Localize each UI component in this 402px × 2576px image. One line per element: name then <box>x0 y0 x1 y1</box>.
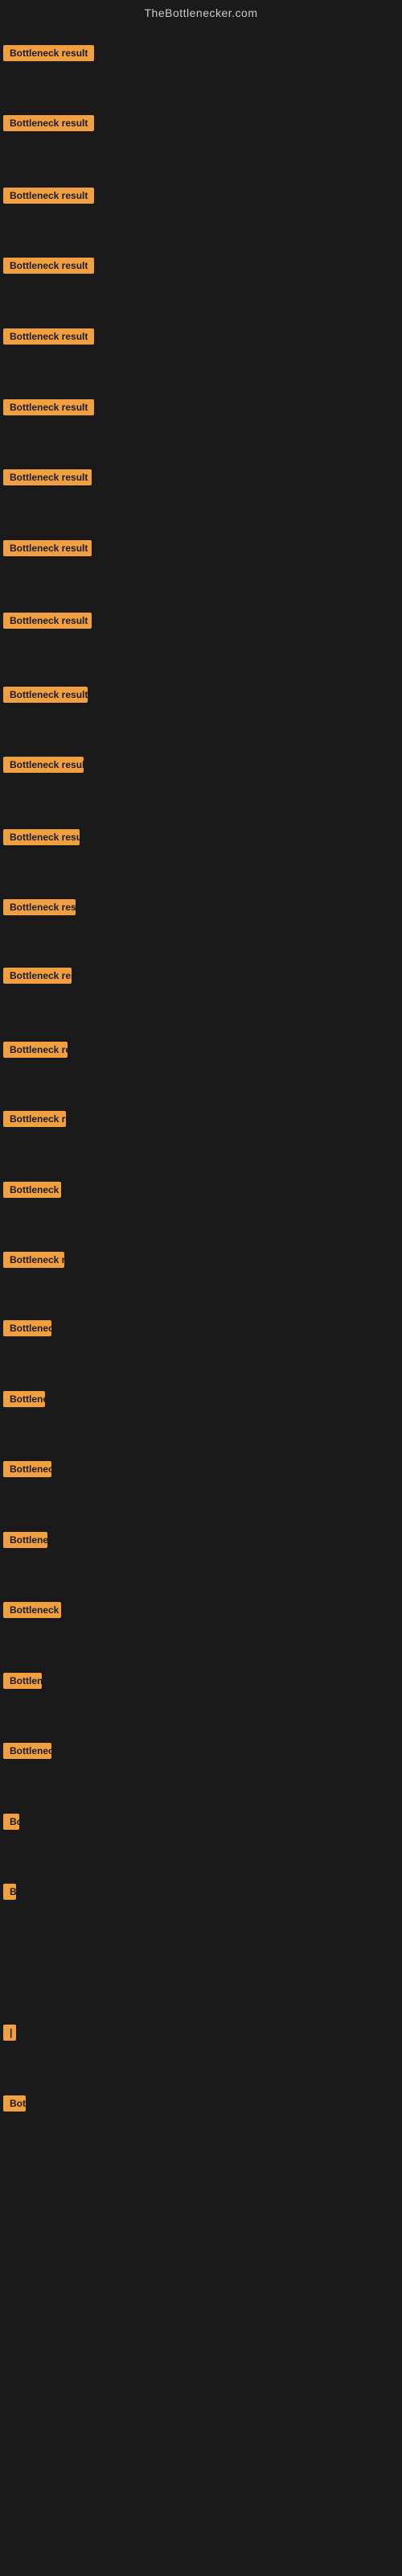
bottleneck-result-label[interactable]: Bottleneck result <box>3 687 88 703</box>
result-row: Bottleneck result <box>3 613 92 633</box>
bottleneck-result-label[interactable]: Bottleneck result <box>3 45 94 61</box>
result-row: B <box>3 1884 16 1904</box>
bottleneck-result-label[interactable]: Bott <box>3 2095 26 2112</box>
bottleneck-result-label[interactable]: Bottlene <box>3 1391 45 1407</box>
result-row: Bottleneck result <box>3 899 76 919</box>
site-header: TheBottlenecker.com <box>0 0 402 23</box>
result-row: Bottleneck result <box>3 469 92 489</box>
bottleneck-result-label[interactable]: Bottleneck result <box>3 1042 68 1058</box>
result-row: Bottleneck result <box>3 829 80 849</box>
bottleneck-result-label[interactable]: Bottleneck result <box>3 757 84 773</box>
bottleneck-result-label[interactable]: B <box>3 1884 16 1900</box>
result-row: Bottleneck result <box>3 399 94 419</box>
result-row: Bottleneck result <box>3 258 94 278</box>
bottleneck-result-label[interactable]: Bottlenec <box>3 1532 47 1548</box>
result-row: Bottleneck result <box>3 1111 66 1131</box>
bottleneck-result-label[interactable]: Bottleneck result <box>3 613 92 629</box>
bottleneck-result-label[interactable]: Bottleneck result <box>3 899 76 915</box>
result-row: Bottleneck result <box>3 45 94 65</box>
bottleneck-result-label[interactable]: Bottleneck result <box>3 115 94 131</box>
bottleneck-result-label[interactable]: Bottleneck <box>3 1461 51 1477</box>
bottleneck-result-label[interactable]: | <box>3 2025 16 2041</box>
result-row: Bottlenec <box>3 1532 47 1552</box>
result-row: Bottlene <box>3 1391 45 1411</box>
result-row: Bottleneck re <box>3 1602 61 1622</box>
result-row: Bottleneck <box>3 1320 51 1340</box>
bottleneck-result-label[interactable]: Bottleneck re <box>3 1182 61 1198</box>
result-row: Bo <box>3 1814 19 1834</box>
bottleneck-result-label[interactable]: Bottleneck result <box>3 399 94 415</box>
bottleneck-result-label[interactable]: Bottleneck <box>3 1320 51 1336</box>
bottleneck-result-label[interactable]: Bottleneck result <box>3 540 92 556</box>
result-row: Bottleneck result <box>3 540 92 560</box>
result-row: Bottleneck result <box>3 687 88 707</box>
result-row: Bottleneck result <box>3 328 94 349</box>
bottleneck-result-label[interactable]: Bottleneck result <box>3 258 94 274</box>
bottleneck-result-label[interactable]: Bottleneck <box>3 1743 51 1759</box>
bottleneck-result-label[interactable]: Bottleneck result <box>3 328 94 345</box>
result-row: Bottleneck result <box>3 115 94 135</box>
bottleneck-result-label[interactable]: Bottleneck result <box>3 1111 66 1127</box>
site-title: TheBottlenecker.com <box>144 6 257 19</box>
result-row: Bottleneck <box>3 1743 51 1763</box>
bottleneck-result-label[interactable]: Bottleneck result <box>3 469 92 485</box>
result-row: Bottlen <box>3 1673 42 1693</box>
bottleneck-result-label[interactable]: Bottleneck result <box>3 188 94 204</box>
bottleneck-result-label[interactable]: Bo <box>3 1814 19 1830</box>
result-row: Bottleneck result <box>3 968 72 988</box>
bottleneck-result-label[interactable]: Bottleneck result <box>3 829 80 845</box>
bottleneck-result-label[interactable]: Bottleneck result <box>3 968 72 984</box>
result-row: Bottleneck result <box>3 757 84 777</box>
bottleneck-result-label[interactable]: Bottleneck re <box>3 1602 61 1618</box>
bottleneck-result-label[interactable]: Bottlen <box>3 1673 42 1689</box>
result-row: Bottleneck re <box>3 1182 61 1202</box>
result-row: Bottleneck resul <box>3 1252 64 1272</box>
result-row: Bottleneck result <box>3 1042 68 1062</box>
result-row: | <box>3 2025 16 2045</box>
result-row: Bottleneck result <box>3 188 94 208</box>
result-row: Bottleneck <box>3 1461 51 1481</box>
bottleneck-result-label[interactable]: Bottleneck resul <box>3 1252 64 1268</box>
result-row: Bott <box>3 2095 26 2116</box>
